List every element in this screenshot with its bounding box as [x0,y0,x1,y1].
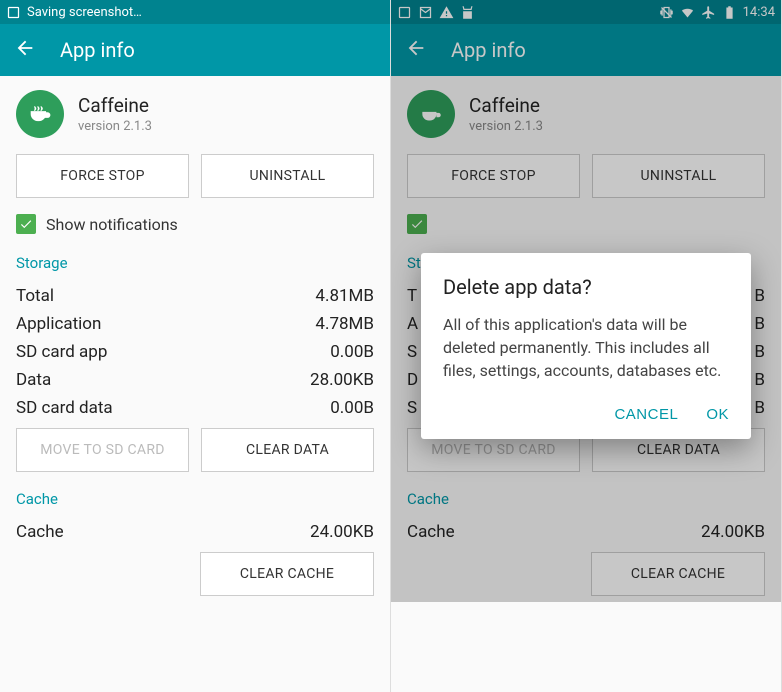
app-header: Caffeine version 2.1.3 [0,76,390,148]
row-label: Total [16,286,54,306]
ok-button[interactable]: OK [706,406,729,423]
clear-cache-button[interactable]: CLEAR CACHE [591,552,765,596]
row-cache: Cache 24.00KB [0,518,390,546]
clear-cache-button[interactable]: CLEAR CACHE [200,552,374,596]
battery-icon [722,5,737,20]
clear-data-button[interactable]: CLEAR DATA [201,428,374,472]
row-application: Application 4.78MB [0,310,390,338]
row-sd-card-data: SD card data 0.00B [0,394,390,422]
move-to-sd-button: MOVE TO SD CARD [16,428,189,472]
row-label: Application [16,314,101,334]
row-value: 28.00KB [310,370,374,390]
app-icon [407,90,455,138]
row-value: 0.00B [330,398,374,418]
clock: 14:34 [743,5,775,20]
store-icon [460,5,475,20]
uninstall-button[interactable]: UNINSTALL [592,154,765,198]
app-header: Caffeine version 2.1.3 [391,76,781,148]
show-notifications-label: Show notifications [46,215,178,234]
app-name: Caffeine [469,94,543,117]
app-bar: App info [0,24,390,76]
row-value: 24.00KB [701,522,765,542]
page-title: App info [60,38,135,62]
mail-icon [418,5,433,20]
status-text: Saving screenshot… [27,5,142,20]
screen-right: 14:34 App info Caffeine version 2.1.3 FO… [391,0,782,692]
status-bar: 14:34 [391,0,781,24]
row-value: 0.00B [330,342,374,362]
checkbox-checked-icon[interactable] [407,214,427,234]
app-bar: App info [391,24,781,76]
row-sd-card-app: SD card app 0.00B [0,338,390,366]
dialog-body: All of this application's data will be d… [443,313,729,383]
row-value: 24.00KB [310,522,374,542]
content: Caffeine version 2.1.3 FORCE STOP UNINST… [0,76,390,602]
storage-section-title: Storage [0,248,390,282]
wifi-icon [680,5,695,20]
show-notifications-row[interactable]: Show notifications [0,204,390,248]
row-label: Cache [16,522,64,542]
row-cache: Cache 24.00KB [391,518,781,546]
row-label: SD card data [16,398,113,418]
warning-icon [439,5,454,20]
force-stop-button[interactable]: FORCE STOP [16,154,189,198]
show-notifications-row[interactable] [391,204,781,248]
app-icon [16,90,64,138]
cancel-button[interactable]: CANCEL [614,406,678,423]
delete-app-data-dialog: Delete app data? All of this application… [421,253,751,440]
cache-section-title: Cache [0,484,390,518]
row-total: Total 4.81MB [0,282,390,310]
row-label: Cache [407,522,455,542]
screen-left: Saving screenshot… App info Caffeine ver… [0,0,391,692]
row-data: Data 28.00KB [0,366,390,394]
vibrate-icon [659,5,674,20]
row-value: 4.78MB [315,314,374,334]
app-version: version 2.1.3 [78,119,152,134]
uninstall-button[interactable]: UNINSTALL [201,154,374,198]
airplane-icon [701,5,716,20]
app-name: Caffeine [78,94,152,117]
checkbox-checked-icon[interactable] [16,214,36,234]
page-title: App info [451,38,526,62]
row-value: 4.81MB [315,286,374,306]
back-icon[interactable] [405,37,427,63]
screenshot-icon [6,5,21,20]
cache-section-title: Cache [391,484,781,518]
row-label: SD card app [16,342,107,362]
dialog-title: Delete app data? [443,275,729,299]
app-version: version 2.1.3 [469,119,543,134]
row-label: Data [16,370,51,390]
force-stop-button[interactable]: FORCE STOP [407,154,580,198]
back-icon[interactable] [14,37,36,63]
screenshot-icon [397,5,412,20]
status-bar: Saving screenshot… [0,0,390,24]
